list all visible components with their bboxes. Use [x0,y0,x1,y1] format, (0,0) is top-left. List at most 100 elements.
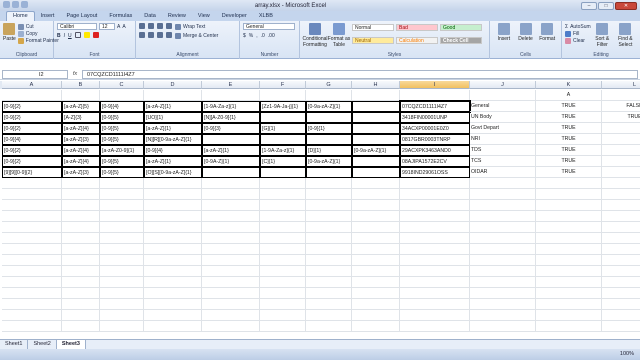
increase-decimal-icon[interactable]: .0 [261,32,265,39]
column-header-c[interactable]: C [100,81,144,89]
empty-cell[interactable] [352,277,400,288]
empty-cell[interactable] [202,222,260,233]
empty-cell[interactable] [260,222,306,233]
delete-button[interactable]: Delete [515,23,537,42]
worksheet-grid[interactable]: A B C D E F G H I J K L A [0-9]{2} [a-zA-Z]{5} [0-9]{4}… [0,81,640,339]
cell-i6[interactable]: 29ACXPK3463AND0 [400,145,470,156]
cell-i8[interactable]: 9918IND29061OSS [400,167,470,178]
cell-h1[interactable] [352,90,400,101]
empty-cell[interactable] [536,189,602,200]
sheet-tab-3[interactable]: Sheet3 [56,340,86,349]
cell-j2[interactable]: General [470,101,536,112]
empty-cell[interactable] [2,310,62,321]
empty-cell[interactable] [2,200,62,211]
cell-e5[interactable] [202,134,260,145]
cell-i4[interactable]: 34ACXP00001E0Z0 [400,123,470,134]
cell-l1[interactable] [602,90,640,101]
empty-cell[interactable] [602,255,640,266]
empty-cell[interactable] [260,321,306,332]
empty-cell[interactable] [536,288,602,299]
empty-cell[interactable] [470,200,536,211]
cell-d6[interactable]: [0-9]{4} [144,145,202,156]
cell-d3[interactable]: [UO]{1} [144,112,202,123]
cell-b5[interactable]: [a-zA-Z]{3} [62,134,100,145]
empty-cell[interactable] [352,189,400,200]
column-header-e[interactable]: E [202,81,260,89]
empty-cell[interactable] [2,288,62,299]
empty-cell[interactable] [260,299,306,310]
empty-cell[interactable] [2,277,62,288]
cell-l3[interactable]: TRUE [602,112,640,123]
empty-cell[interactable] [306,200,352,211]
cell-k7[interactable]: TRUE [536,156,602,167]
cell-c2[interactable]: [0-9]{4} [100,101,144,112]
empty-cell[interactable] [306,277,352,288]
empty-cell[interactable] [470,288,536,299]
borders-icon[interactable] [74,32,81,38]
autosum-button[interactable]: Σ AutoSum [565,23,591,30]
empty-cell[interactable] [202,288,260,299]
empty-cell[interactable] [202,299,260,310]
empty-cell[interactable] [352,299,400,310]
cell-e3[interactable]: [N][A-Z0-9]{1} [202,112,260,123]
name-box[interactable]: I2 [2,69,68,79]
cell-d7[interactable]: [a-zA-Z]{1} [144,156,202,167]
empty-cell[interactable] [202,244,260,255]
empty-cell[interactable] [144,211,202,222]
cell-d4[interactable]: [a-zA-Z]{1} [144,123,202,134]
empty-cell[interactable] [470,321,536,332]
empty-cell[interactable] [144,255,202,266]
cell-a6[interactable]: [0-9]{2} [2,145,62,156]
empty-cell[interactable] [2,211,62,222]
empty-cell[interactable] [536,310,602,321]
tab-home[interactable]: Home [6,11,35,21]
empty-cell[interactable] [536,200,602,211]
empty-cell[interactable] [62,288,100,299]
cell-h5[interactable] [352,134,400,145]
cell-k2[interactable]: TRUE [536,101,602,112]
empty-cell[interactable] [62,255,100,266]
empty-cell[interactable] [400,310,470,321]
empty-cell[interactable] [100,277,144,288]
cell-f8[interactable] [260,167,306,178]
empty-cell[interactable] [202,266,260,277]
empty-cell[interactable] [536,222,602,233]
bold-button[interactable]: B [57,32,61,39]
cell-f6[interactable]: [1-9A-Za-z]{1} [260,145,306,156]
empty-cell[interactable] [260,233,306,244]
cell-i1[interactable] [400,90,470,101]
empty-cell[interactable] [260,288,306,299]
empty-cell[interactable] [352,255,400,266]
empty-cell[interactable] [536,277,602,288]
fill-button[interactable]: Fill [565,30,591,37]
cell-h3[interactable] [352,112,400,123]
empty-cell[interactable] [470,299,536,310]
empty-cell[interactable] [352,200,400,211]
empty-cell[interactable] [306,310,352,321]
format-painter-button[interactable]: Format Painter [17,37,59,44]
empty-cell[interactable] [306,233,352,244]
empty-cell[interactable] [2,299,62,310]
style-good[interactable]: Good [440,24,482,31]
tab-xlbb[interactable]: XLBB [253,12,279,21]
cell-c1[interactable] [100,90,144,101]
cell-d8[interactable]: [O][S][0-9a-zA-Z]{1} [144,167,202,178]
empty-cell[interactable] [400,299,470,310]
format-button[interactable]: Format [536,23,558,42]
empty-cell[interactable] [100,211,144,222]
cell-j4[interactable]: Govt Depart [470,123,536,134]
percent-icon[interactable]: % [249,32,253,39]
column-header-b[interactable]: B [62,81,100,89]
cell-d1[interactable] [144,90,202,101]
italic-button[interactable]: I [64,32,65,39]
cell-g3[interactable] [306,112,352,123]
tab-developer[interactable]: Developer [216,12,253,21]
empty-cell[interactable] [352,178,400,189]
empty-cell[interactable] [352,321,400,332]
cell-a5[interactable]: [0-9]{4} [2,134,62,145]
empty-cell[interactable] [62,211,100,222]
empty-cell[interactable] [202,211,260,222]
empty-cell[interactable] [144,321,202,332]
empty-cell[interactable] [536,244,602,255]
tab-formulas[interactable]: Formulas [103,12,138,21]
